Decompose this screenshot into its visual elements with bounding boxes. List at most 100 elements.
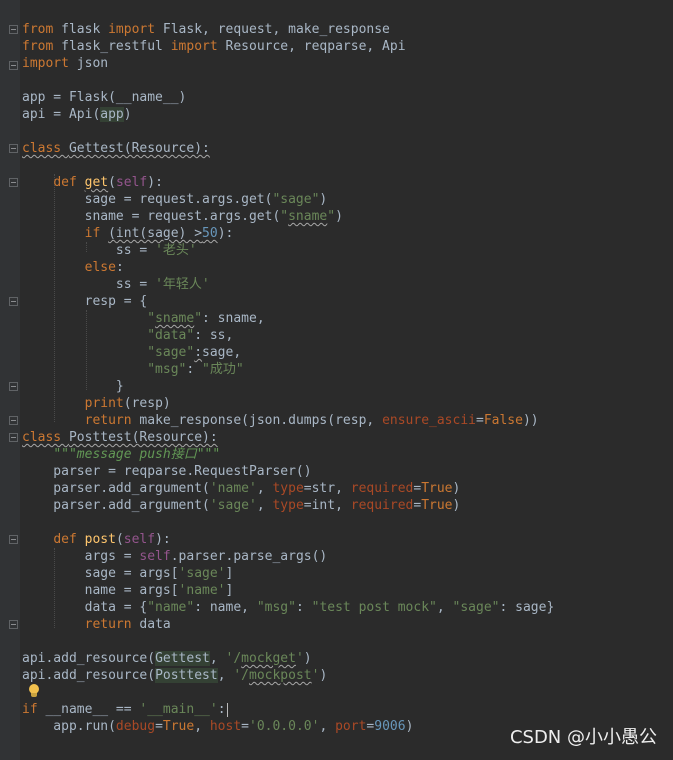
fold-marker-icon[interactable] [9, 535, 18, 544]
code-token: required [350, 481, 414, 496]
code-token: api.add_resource( [22, 651, 156, 666]
code-line[interactable]: data = {"name": name, "msg": "test post … [22, 599, 555, 616]
fold-marker-icon[interactable] [9, 382, 18, 391]
code-line[interactable]: api.add_resource(Gettest, '/mockget') [22, 650, 554, 667]
code-line[interactable] [22, 157, 554, 174]
editor-gutter [0, 0, 20, 760]
code-token: , [436, 600, 453, 615]
code-line[interactable]: app = Flask(__name__) [22, 89, 554, 106]
code-token: True [421, 481, 453, 496]
code-line[interactable]: parser = reqparse.RequestParser() [22, 463, 554, 480]
code-token: name = args[ [22, 583, 179, 598]
code-token: , [256, 498, 273, 513]
code-line[interactable]: sage = request.args.get("sage") [22, 191, 554, 208]
code-line[interactable]: } [22, 378, 554, 395]
code-line[interactable]: if __name__ == '__main__': [22, 701, 554, 718]
code-token: print [84, 396, 124, 411]
code-token: True [421, 498, 453, 513]
fold-marker-icon[interactable] [9, 620, 18, 629]
text-caret [226, 702, 228, 717]
code-token: data [139, 617, 171, 632]
code-token: self [139, 549, 171, 564]
code-line[interactable]: ss = '年轻人' [22, 276, 554, 293]
fold-marker-icon[interactable] [9, 61, 18, 70]
code-line[interactable]: print(resp) [22, 395, 554, 412]
code-line[interactable]: else: [22, 259, 554, 276]
code-token: 'name' [178, 583, 226, 598]
code-token: sname [288, 209, 328, 224]
code-line[interactable]: from flask_restful import Resource, reqp… [22, 38, 554, 55]
code-editor[interactable]: from flask import Flask, request, make_r… [0, 0, 673, 760]
code-line[interactable]: class Posttest(Resource): [22, 429, 554, 446]
code-line[interactable]: return make_response(json.dumps(resp, en… [22, 412, 554, 429]
code-token: import [22, 56, 77, 71]
code-token: Posttest(Resource): [68, 430, 218, 445]
code-token: ) [319, 668, 328, 683]
code-token: ] [225, 583, 234, 598]
fold-marker-icon[interactable] [9, 433, 18, 442]
code-line[interactable]: resp = { [22, 293, 554, 310]
code-token: resp = { [22, 294, 148, 309]
lightbulb-icon[interactable] [27, 683, 41, 699]
fold-marker-icon[interactable] [9, 144, 18, 153]
code-area[interactable]: from flask import Flask, request, make_r… [22, 21, 554, 735]
code-line[interactable]: api.add_resource(Posttest, '/mockpost') [22, 667, 554, 684]
code-line[interactable]: def get(self): [22, 174, 554, 191]
code-line[interactable]: "msg": "成功" [22, 361, 554, 378]
code-token: : [217, 702, 226, 717]
code-token: mockget [241, 651, 296, 666]
code-token: import [170, 39, 226, 54]
code-token: from [22, 39, 62, 54]
code-line[interactable]: return data [22, 616, 554, 633]
code-token: , [319, 719, 336, 734]
code-token: Posttest [155, 668, 218, 683]
code-line[interactable]: "sage":sage, [22, 344, 554, 361]
code-line[interactable]: from flask import Flask, request, make_r… [22, 21, 554, 38]
code-line[interactable]: def post(self): [22, 531, 554, 548]
code-line[interactable]: """message push接口""" [22, 446, 554, 463]
fold-marker-icon[interactable] [9, 178, 18, 187]
code-line[interactable]: "sname": sname, [22, 310, 554, 327]
code-token: app.run( [22, 719, 116, 734]
code-token: , [256, 481, 273, 496]
code-token: "sage" [272, 192, 320, 207]
code-token: "sage" [452, 600, 500, 615]
code-token: "test post mock" [311, 600, 437, 615]
code-line[interactable]: sage = args['sage'] [22, 565, 554, 582]
code-line[interactable]: "data": ss, [22, 327, 554, 344]
code-token: =int, [303, 498, 351, 513]
code-token: ) [319, 192, 328, 207]
code-token: sage, [202, 345, 242, 360]
code-line[interactable]: ss = '老头' [22, 242, 554, 259]
code-token: def [53, 532, 85, 547]
code-line[interactable] [22, 684, 554, 701]
code-line[interactable]: parser.add_argument('name', type=str, re… [22, 480, 554, 497]
code-line[interactable] [22, 123, 554, 140]
code-line[interactable]: sname = request.args.get("sname") [22, 208, 554, 225]
code-line[interactable]: args = self.parser.parse_args() [22, 548, 554, 565]
code-line[interactable] [22, 633, 554, 650]
code-line[interactable]: if (int(sage) >50): [22, 225, 554, 242]
code-token: True [162, 719, 195, 734]
code-line[interactable] [22, 514, 554, 531]
code-token: class [22, 430, 69, 445]
code-line[interactable]: name = args['name'] [22, 582, 554, 599]
code-line[interactable]: import json [22, 55, 554, 72]
watermark: CSDN @小小愚公 [509, 727, 657, 748]
code-token: sage = args[ [22, 566, 179, 581]
code-token: : ss, [194, 328, 234, 343]
code-line[interactable]: app.run(debug=True, host='0.0.0.0', port… [22, 718, 554, 735]
code-line[interactable]: class Gettest(Resource): [22, 140, 554, 157]
code-line[interactable] [22, 72, 554, 89]
code-line[interactable]: api = Api(app) [22, 106, 554, 123]
code-token: , [194, 719, 210, 734]
fold-marker-icon[interactable] [9, 297, 18, 306]
fold-marker-icon[interactable] [9, 416, 18, 425]
code-token: if [22, 702, 46, 717]
code-token: type [272, 481, 304, 496]
code-token: port [335, 719, 367, 734]
fold-marker-icon[interactable] [9, 25, 18, 34]
code-line[interactable]: parser.add_argument('sage', type=int, re… [22, 497, 554, 514]
